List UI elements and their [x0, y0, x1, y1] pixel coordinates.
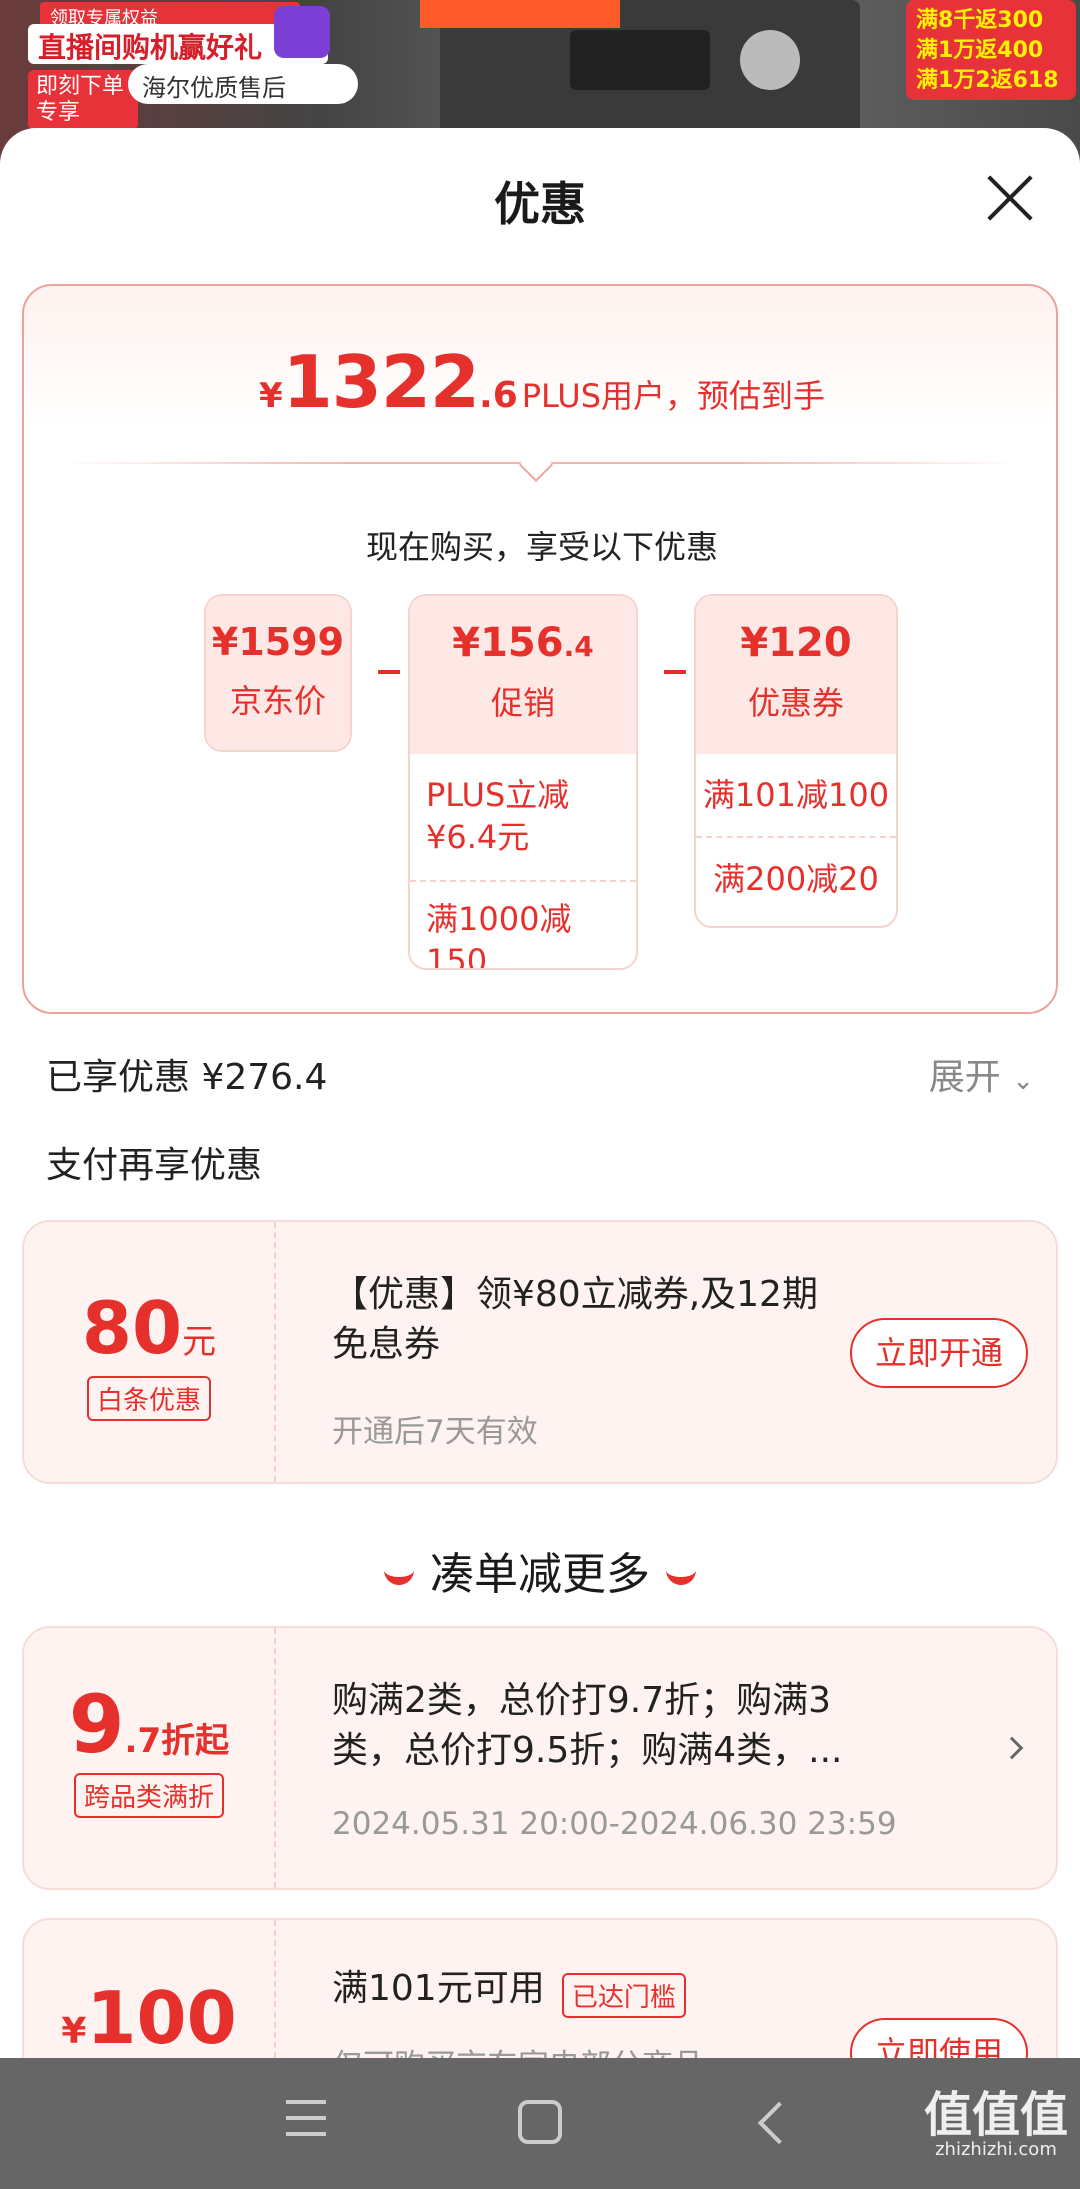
expand-label: 展开	[928, 1057, 1001, 1098]
baitiao-sub: 开通后7天有效	[332, 1414, 538, 1450]
bg-promo-line: 满1万2返618	[916, 68, 1059, 93]
price-estimate-card: ¥1322.6 PLUS用户，预估到手 现在购买，享受以下优惠 ¥1599 京东价…	[22, 284, 1058, 1014]
promo-label: 促销	[490, 684, 555, 722]
bg-promo-line: 满1万返400	[916, 38, 1044, 63]
now-buy-text: 现在购买，享受以下优惠	[365, 528, 718, 566]
watermark-main: 值值值	[923, 2087, 1068, 2143]
baitiao-title: 【优惠】领¥80立减券,及12期免息券	[332, 1274, 818, 1365]
promo-items: PLUS立减 ¥6.4元 满1000减150	[410, 754, 636, 968]
promo-value-dec: .4	[563, 630, 594, 663]
close-icon[interactable]	[980, 168, 1040, 228]
coupon-100-left: ¥100	[24, 1920, 276, 2058]
estimated-price: ¥1322.6 PLUS用户，预估到手	[24, 340, 1060, 424]
cross-category-amount: 9.7折起	[24, 1628, 274, 1771]
cross-category-tag: 跨品类满折	[73, 1773, 224, 1818]
cross-category-title: 购满2类，总价打9.7折；购满3类，总价打9.5折；购满4类，...	[332, 1680, 843, 1771]
washer-panel	[570, 30, 710, 90]
cross-category-left: 9.7折起 跨品类满折	[24, 1628, 276, 1888]
bg-orange-strip	[420, 0, 620, 28]
home-icon[interactable]	[518, 2100, 562, 2144]
coupon-value: ¥120	[740, 620, 852, 666]
baitiao-coupon-card: 80元 白条优惠 【优惠】领¥80立减券,及12期免息券 开通后7天有效 立即开…	[22, 1220, 1058, 1484]
bg-promo: 满8千返300 满1万返400 满1万2返618	[906, 0, 1076, 100]
estimated-price-decimal: .6	[479, 375, 518, 416]
promo-value-int: ¥156	[452, 620, 564, 666]
coupon-100-value: 100	[86, 1976, 237, 2058]
divider-notch	[519, 448, 553, 482]
promo-box: ¥156.4 促销 PLUS立减 ¥6.4元 满1000减150	[408, 594, 638, 970]
coupon-items: 满101减100 满200减20	[696, 754, 896, 920]
cross-category-right: 购满2类，总价打9.7折；购满3类，总价打9.5折；购满4类，... 2024.…	[310, 1628, 1036, 1888]
bg-promo-line: 满8千返300	[916, 8, 1044, 33]
system-nav-bar	[0, 2058, 1080, 2189]
washer-knob	[740, 30, 800, 90]
watermark-sub: zhizhizhi.com	[935, 2139, 1057, 2160]
baitiao-coupon-left: 80元 白条优惠	[24, 1222, 276, 1482]
coupon-100-sub: 仅可购买京东家电部分商品	[332, 2040, 704, 2058]
estimated-price-integer: 1322	[282, 340, 480, 424]
sheet-title: 优惠	[494, 177, 586, 231]
promo-value: ¥156.4	[410, 596, 636, 666]
smile-icon	[384, 1569, 414, 1585]
cross-category-amount-dec: .7折起	[124, 1721, 230, 1761]
jd-price-label: 京东价	[229, 682, 326, 720]
minus-icon	[664, 670, 686, 674]
more-section-header: 凑单减更多	[0, 1538, 1080, 1602]
yen-symbol: ¥	[258, 376, 283, 416]
jd-price-head: ¥1599 京东价	[206, 596, 350, 750]
coupon-100-header: 满101元可用 已达门槛	[332, 1964, 686, 2018]
promo-head: ¥156.4 促销	[410, 596, 636, 754]
coupon-head: ¥120 优惠券	[696, 596, 896, 754]
tv-icon	[274, 6, 330, 58]
bg-tag-service: 海尔优质售后	[128, 64, 358, 104]
coupon-item: 满101减100	[702, 776, 890, 814]
promo-item-full: 满1000减150	[410, 880, 636, 968]
cross-category-amount-int: 9	[68, 1678, 125, 1771]
expand-button[interactable]: 展开 ⌄	[929, 1048, 1034, 1100]
baitiao-amount: 80元	[24, 1222, 274, 1370]
coupon-100-card: ¥100 满101元可用 已达门槛 仅可购买京东家电部分商品 立即使用	[22, 1918, 1058, 2058]
baitiao-amount-unit: 元	[182, 1322, 217, 1362]
coupon-box: ¥120 优惠券 满101减100 满200减20	[694, 594, 898, 928]
activate-button[interactable]: 立即开通	[850, 1318, 1028, 1388]
baitiao-tag: 白条优惠	[86, 1376, 211, 1421]
discount-sheet: 优惠 ¥1322.6 PLUS用户，预估到手 现在购买，享受以下优惠 ¥1599 …	[0, 128, 1080, 2058]
jd-price-value: ¥1599	[211, 620, 345, 664]
smile-icon	[666, 1569, 696, 1585]
estimated-price-label: PLUS用户，预估到手	[521, 377, 826, 415]
threshold-badge: 已达门槛	[561, 1973, 686, 2018]
more-section-title: 凑单减更多	[430, 1549, 650, 1600]
minus-icon	[378, 670, 400, 674]
watermark-logo: 值值值 zhizhizhi.com	[924, 2090, 1068, 2160]
coupon-100-yen: ¥	[61, 2011, 87, 2052]
jd-price-box: ¥1599 京东价	[204, 594, 352, 752]
chevron-down-icon: ⌄	[1012, 1066, 1034, 1096]
recent-apps-icon[interactable]	[286, 2100, 326, 2140]
coupon-100-amount: ¥100	[24, 1920, 274, 2058]
enjoyed-discount: 已享优惠 ¥276.4	[46, 1057, 328, 1098]
back-icon[interactable]	[757, 2101, 801, 2145]
coupon-item: 满200减20	[696, 836, 896, 920]
coupon-label: 优惠券	[747, 684, 844, 722]
coupon-100-title: 满101元可用	[332, 1968, 545, 2009]
cross-category-card[interactable]: 9.7折起 跨品类满折 购满2类，总价打9.7折；购满3类，总价打9.5折；购满…	[22, 1626, 1058, 1890]
baitiao-amount-value: 80	[81, 1286, 183, 1370]
cross-category-time: 2024.05.31 20:00-2024.06.30 23:59	[332, 1806, 897, 1842]
promo-item-plus: PLUS立减 ¥6.4元	[426, 776, 570, 856]
pay-more-title: 支付再享优惠	[46, 1145, 263, 1186]
use-now-button[interactable]: 立即使用	[850, 2018, 1028, 2058]
bg-tag-left: 即刻下单专享	[28, 70, 138, 130]
